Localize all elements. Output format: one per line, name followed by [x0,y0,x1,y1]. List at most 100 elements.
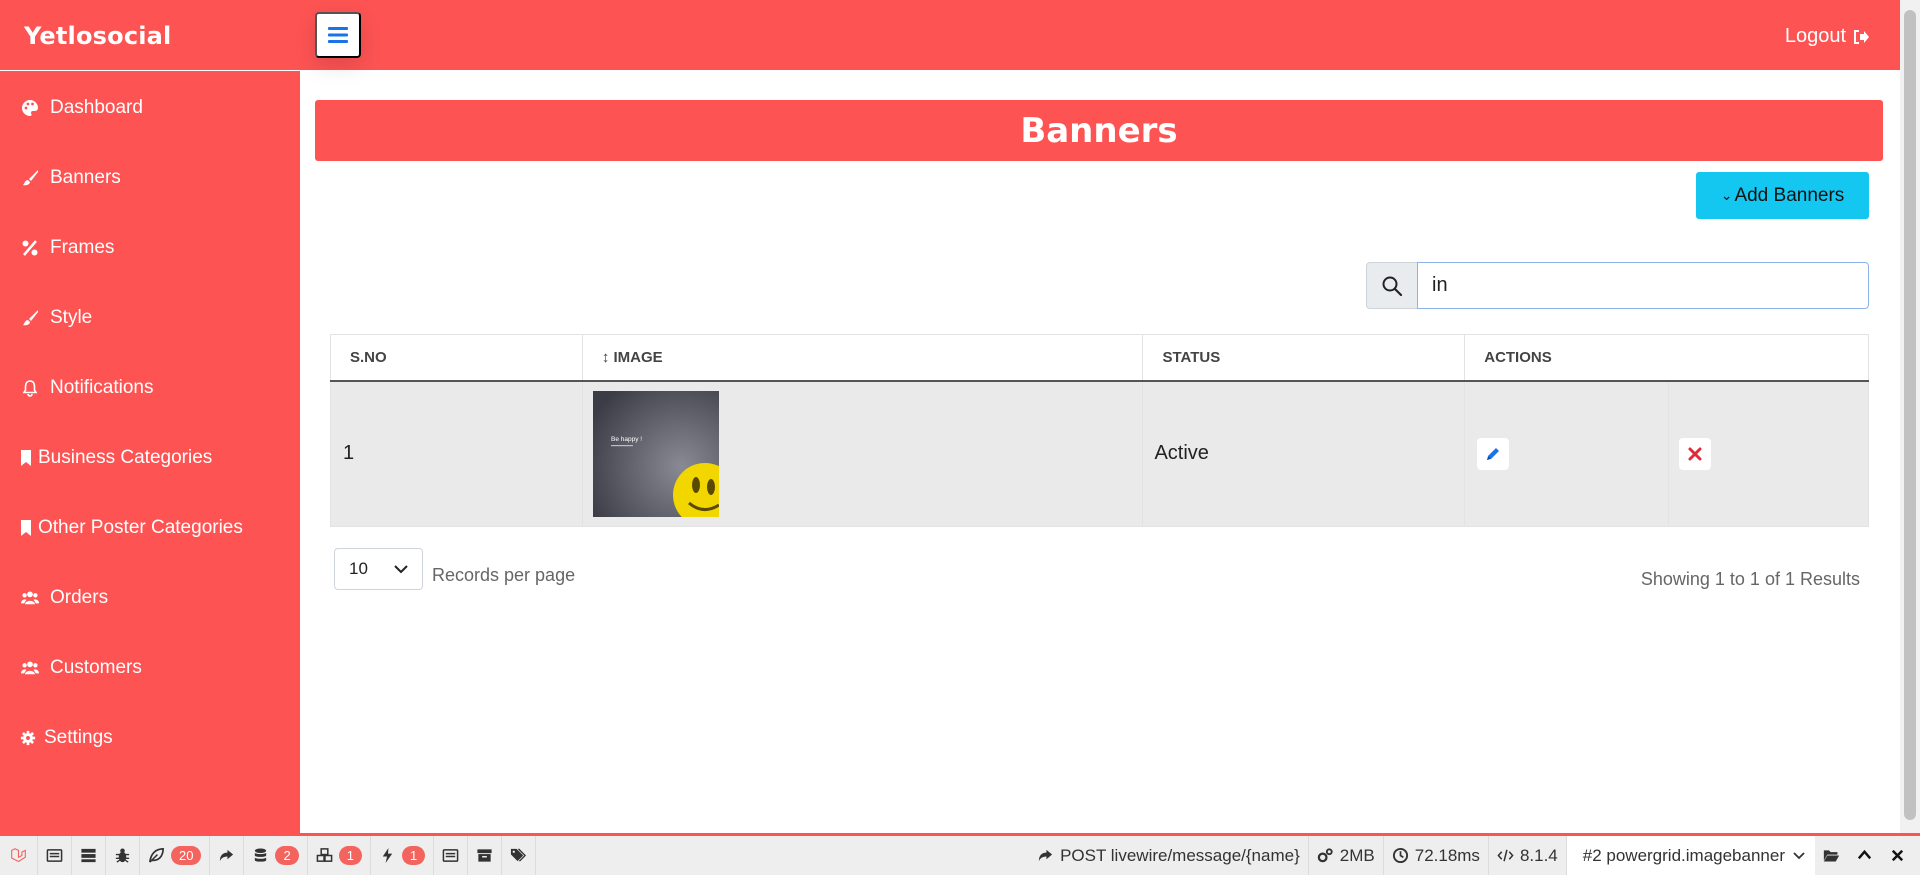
column-header-sno[interactable]: S.NO [330,334,583,382]
sidebar-item-orders[interactable]: Orders [20,583,108,613]
laravel-logo-icon [11,848,26,863]
debug-tab-request[interactable] [502,836,537,875]
close-icon [1688,447,1702,461]
logout-link[interactable]: Logout [1785,25,1870,48]
debug-tab-livewire[interactable]: 1 [308,836,371,875]
database-icon [255,848,267,862]
banner-thumbnail[interactable]: Be happy ! [592,390,719,517]
table-header-row: S.NO ↕ IMAGE STATUS ACTIONS [330,334,1869,382]
debug-tab-views[interactable] [434,836,469,875]
pencil-icon [1487,447,1500,460]
debug-tab-models[interactable]: 20 [140,836,211,875]
paint-brush-icon [20,308,40,328]
debug-tab-exceptions[interactable] [106,836,140,875]
sidebar-item-label: Other Poster Categories [38,517,243,538]
sidebar-item-customers[interactable]: Customers [20,653,142,683]
top-header: Yetlosocial Logout [0,0,1900,70]
archive-icon [477,849,492,862]
results-summary: Showing 1 to 1 of 1 Results [1640,569,1860,589]
per-page-value: 10 [349,559,368,578]
debug-tab-route[interactable] [210,836,245,875]
debug-route-info[interactable]: POST livewire/message/{name} [1029,836,1309,875]
share-icon [1038,849,1053,862]
debug-memory-info[interactable]: 2MB [1309,836,1384,875]
search-input[interactable] [1417,262,1869,309]
logout-label: Logout [1784,25,1846,47]
debug-tab-messages[interactable] [38,836,72,875]
queries-count-badge: 2 [275,846,299,865]
sidebar-item-label: Orders [50,587,109,608]
debug-tab-session[interactable] [468,836,503,875]
users-icon [20,658,40,678]
laravel-logo-button[interactable] [0,836,38,875]
percent-icon [20,238,40,258]
debug-bar-right: POST livewire/message/{name} 2MB 72.18ms… [1029,836,1920,875]
sidebar-item-dashboard[interactable]: Dashboard [20,93,143,123]
edit-button[interactable] [1477,437,1510,470]
delete-button[interactable] [1679,437,1712,470]
cell-image: Be happy ! [581,380,1144,527]
column-header-actions: ACTIONS [1464,334,1669,382]
debug-time-info[interactable]: 72.18ms [1384,836,1489,875]
debug-tab-queries[interactable]: 2 [244,836,308,875]
cogs-icon [1317,848,1333,863]
column-header-label: IMAGE [613,348,663,366]
cell-status: Active [1142,380,1466,527]
chevron-down-icon: ⌄ [1720,187,1733,203]
page-scrollbar[interactable] [1900,0,1920,833]
memory-text: 2MB [1339,845,1375,865]
sidebar-item-label: Settings [44,727,113,748]
chevron-down-icon [1793,852,1805,860]
sidebar-item-banners[interactable]: Banners [20,163,121,193]
add-banners-label: Add Banners [1734,184,1845,206]
models-count-badge: 20 [171,846,202,865]
search-group [1366,262,1869,309]
debug-close-button[interactable] [1881,836,1920,875]
sidebar-item-label: Banners [50,167,121,188]
chevron-down-icon [394,565,408,574]
debug-open-button[interactable] [1815,836,1848,875]
cell-delete-action [1668,380,1869,527]
route-text: POST livewire/message/{name} [1060,845,1300,865]
sidebar-item-business-categories[interactable]: Business Categories [20,443,212,473]
leaf-icon [149,848,164,863]
cell-edit-action [1464,380,1670,527]
records-per-page-label: Records per page [432,565,576,585]
users-icon [20,588,40,608]
clock-icon [1392,847,1408,864]
sidebar-item-style[interactable]: Style [20,303,92,333]
sidebar-item-other-poster-categories[interactable]: Other Poster Categories [20,513,243,543]
debug-php-info[interactable]: 8.1.4 [1489,836,1567,875]
bookmark-icon [20,448,32,468]
page-title: Banners [315,100,1883,161]
banners-table: S.NO ↕ IMAGE STATUS ACTIONS 1 Be happy !… [330,334,1869,527]
folder-open-icon [1823,850,1840,862]
sidebar-item-notifications[interactable]: Notifications [20,373,154,403]
debug-tab-timeline[interactable] [72,836,106,875]
scrollbar-thumb[interactable] [1904,10,1916,820]
sidebar-item-frames[interactable]: Frames [20,233,114,263]
bolt-icon [382,847,393,864]
debug-maximize-button[interactable] [1848,836,1881,875]
sign-out-icon [1854,29,1869,44]
sidebar-item-label: Notifications [50,377,154,398]
table-row: 1 Be happy ! Active [330,380,1869,527]
debug-tab-events[interactable]: 1 [371,836,435,875]
tasks-icon [81,848,96,863]
add-banners-button[interactable]: ⌄ Add Banners [1696,172,1869,219]
components-count-badge: 1 [338,846,362,865]
tags-icon [511,848,527,862]
bell-icon [20,378,40,398]
sidebar-item-settings[interactable]: Settings [20,723,113,753]
bug-icon [115,848,130,863]
debug-bar: 20 2 1 1 POST livewire/message/{name} 2M… [0,833,1920,875]
menu-toggle-button[interactable] [315,12,361,58]
brand-logo[interactable]: Yetlosocial [24,22,172,50]
sidebar-item-label: Dashboard [50,97,143,118]
debug-request-select[interactable]: #2 powergrid.imagebanner [1566,836,1815,875]
column-header-status[interactable]: STATUS [1142,334,1466,382]
column-header-image[interactable]: ↕ IMAGE [581,334,1144,382]
php-version-text: 8.1.4 [1519,845,1558,865]
records-per-page-select[interactable]: 10 [334,548,423,590]
gear-icon [20,728,36,748]
